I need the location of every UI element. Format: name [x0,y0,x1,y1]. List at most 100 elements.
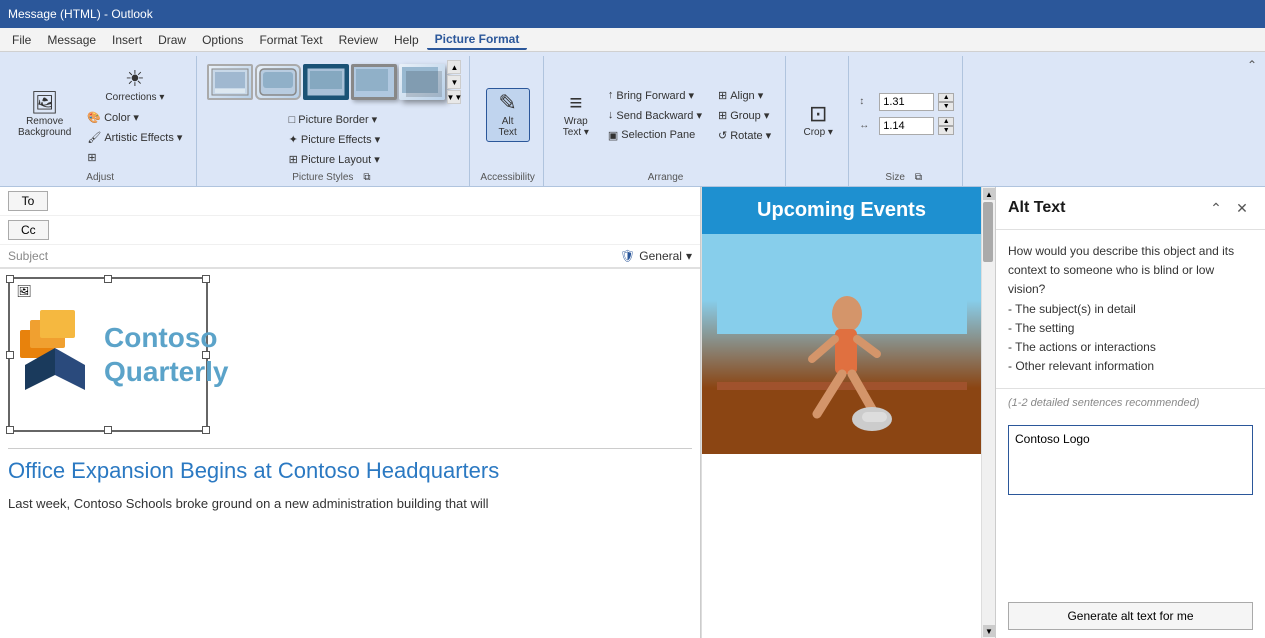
to-input[interactable] [56,194,692,208]
artistic-label: Artistic Effects ▾ [104,131,182,144]
alt-text-item1: - The subject(s) in detail [1008,300,1253,319]
send-backward-label: Send Backward ▾ [616,109,702,122]
handle-bot-mid[interactable] [104,426,112,434]
bring-forward-button[interactable]: ↑ Bring Forward ▾ [602,86,708,105]
wrap-text-button[interactable]: ≡ WrapText ▾ [554,88,598,142]
picture-border-button[interactable]: □ Picture Border ▾ [283,110,387,129]
handle-top-right[interactable] [202,275,210,283]
height-down[interactable]: ▼ [938,102,954,111]
rotate-button[interactable]: ↺ Rotate ▾ [712,126,777,145]
menu-review[interactable]: Review [331,31,386,49]
group-label: Group ▾ [730,109,769,122]
selection-pane-button[interactable]: ▣ Selection Pane [602,126,708,145]
width-input[interactable] [879,117,934,135]
bring-forward-icon: ↑ [608,89,614,101]
scroll-down-btn[interactable]: ▼ [983,625,995,637]
subject-bar: Subject 🛡 General ▾ [0,245,700,268]
generate-alt-text-button[interactable]: Generate alt text for me [1008,602,1253,630]
article-body: Last week, Contoso Schools broke ground … [8,494,692,514]
width-up[interactable]: ▲ [938,117,954,126]
alt-text-item2: - The setting [1008,319,1253,338]
alt-text-textarea[interactable]: Contoso Logo [1008,425,1253,495]
group-button[interactable]: ⊞ Group ▾ [712,106,777,125]
align-button[interactable]: ⊞ Align ▾ [712,86,777,105]
color-button[interactable]: 🎨 Color ▾ [81,108,188,127]
menu-file[interactable]: File [4,31,39,49]
shield-icon: 🛡 [620,249,635,263]
menu-options[interactable]: Options [194,31,251,49]
picture-styles-label: Picture Styles [292,170,353,186]
remove-bg-icon: 🖼 [31,92,59,114]
handle-top-left[interactable] [6,275,14,283]
more-adjust-button[interactable]: ⊞ [81,148,188,167]
general-badge[interactable]: 🛡 General ▾ [620,249,692,263]
crop-icon: ⊡ [809,103,827,125]
to-button[interactable]: To [8,191,48,211]
corrections-button[interactable]: ☀ Corrections ▾ [81,64,188,107]
newsletter-image [702,234,981,454]
title-text: Message (HTML) - Outlook [8,7,153,21]
selection-pane-label: Selection Pane [621,129,695,141]
menu-bar: File Message Insert Draw Options Format … [0,28,1265,52]
style-scroll-up[interactable]: ▲ [447,60,461,74]
close-panel-button[interactable]: ✕ [1231,197,1253,219]
rotate-label: Rotate ▾ [730,129,771,142]
menu-insert[interactable]: Insert [104,31,150,49]
logo-line1: Contoso [104,321,229,355]
height-up[interactable]: ▲ [938,93,954,102]
scroll-bar[interactable]: ▲ ▼ [981,187,995,638]
crop-button[interactable]: ⊡ Crop ▾ [796,99,840,142]
style-scroll-more[interactable]: ▼▼ [447,90,461,104]
handle-bot-right[interactable] [202,426,210,434]
size-dialog-btn[interactable]: ⧉ [909,169,928,186]
style-grid [207,64,445,100]
handle-bot-left[interactable] [6,426,14,434]
width-down[interactable]: ▼ [938,126,954,135]
picture-border-icon: □ [289,114,296,126]
style-scroll-down[interactable]: ▼ [447,75,461,89]
alt-text-button[interactable]: ✎ AltText [486,88,530,142]
collapse-ribbon-button[interactable]: ⌃ [1243,56,1261,186]
alt-text-intro: How would you describe this object and i… [1008,242,1253,300]
menu-picture-format[interactable]: Picture Format [427,30,528,50]
picture-style-bottom-btns: □ Picture Border ▾ ✦ Picture Effects ▾ ⊞… [283,110,387,169]
cc-input[interactable] [57,223,692,237]
style-thumb-2[interactable] [255,64,301,100]
handle-mid-left[interactable] [6,351,14,359]
menu-draw[interactable]: Draw [150,31,194,49]
scroll-track [982,201,995,624]
logo-line2: Quarterly [104,355,229,389]
menu-help[interactable]: Help [386,31,427,49]
style-thumb-4[interactable] [351,64,397,100]
picture-layout-button[interactable]: ⊞ Picture Layout ▾ [283,150,387,169]
scroll-up-btn[interactable]: ▲ [983,188,995,200]
style-thumb-1[interactable] [207,64,253,100]
style-thumb-3[interactable] [303,64,349,100]
cc-button[interactable]: Cc [8,220,49,240]
alt-text-panel-title: Alt Text [1008,199,1065,217]
remove-bg-label: Remove Background [18,116,71,138]
ribbon-group-adjust: 🖼 Remove Background ☀ Corrections ▾ 🎨 Co… [4,56,197,186]
email-body: 🖼 [0,269,700,638]
height-input[interactable] [879,93,934,111]
handle-top-mid[interactable] [104,275,112,283]
menu-message[interactable]: Message [39,31,104,49]
email-content: Office Expansion Begins at Contoso Headq… [8,448,692,513]
picture-styles-dialog-btn[interactable]: ⧉ [357,169,376,186]
collapse-panel-button[interactable]: ⌃ [1205,197,1227,219]
logo-container[interactable]: 🖼 [8,277,208,432]
crop-content: ⊡ Crop ▾ [796,60,840,181]
bring-forward-label: Bring Forward ▾ [616,89,694,102]
remove-background-button[interactable]: 🖼 Remove Background [12,88,77,142]
send-backward-button[interactable]: ↓ Send Backward ▾ [602,106,708,125]
menu-format-text[interactable]: Format Text [251,31,330,49]
crop-label: Crop ▾ [803,127,832,138]
artistic-effects-button[interactable]: 🖌 Artistic Effects ▾ [81,128,188,147]
scroll-thumb[interactable] [983,202,993,262]
align-label: Align ▾ [730,89,763,102]
picture-effects-button[interactable]: ✦ Picture Effects ▾ [283,130,387,149]
alt-text-panel: Alt Text ⌃ ✕ How would you describe this… [995,187,1265,638]
alt-text-label: AltText [498,116,516,138]
style-thumb-5[interactable] [399,64,445,100]
handle-mid-right[interactable] [202,351,210,359]
